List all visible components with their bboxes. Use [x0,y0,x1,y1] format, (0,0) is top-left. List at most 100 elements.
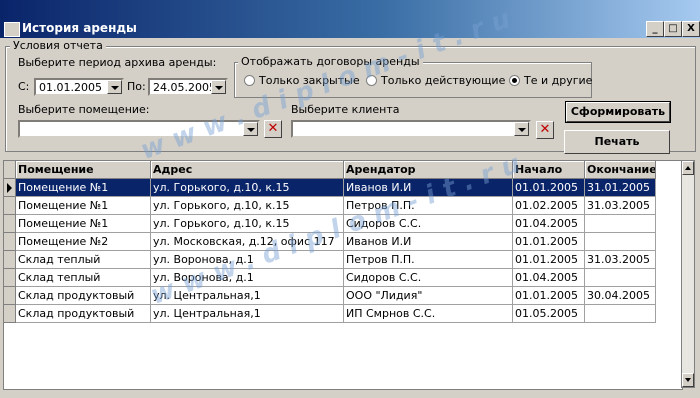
app-icon [4,22,20,37]
radio-active-label[interactable]: Только действующие [381,74,505,87]
scroll-down-icon[interactable] [682,373,694,387]
cell-start[interactable]: 01.02.2005 [513,197,585,215]
cell-premises[interactable]: Помещение №1 [16,179,151,197]
cell-end[interactable]: 31.03.2005 [585,197,656,215]
cell-tenant[interactable]: Петров П.П. [344,197,513,215]
scroll-up-icon[interactable] [682,161,694,175]
print-button[interactable]: Печать [564,130,670,154]
table-row[interactable]: Склад продуктовый ул. Центральная,1 ИП Смр… [4,305,656,323]
clear-icon: ✕ [267,121,279,136]
cell-end[interactable] [585,269,656,287]
clear-premises-button[interactable]: ✕ [264,120,282,138]
cell-address[interactable]: ул. Воронова, д.1 [151,251,344,269]
cell-address[interactable]: ул. Горького, д.10, к.15 [151,215,344,233]
table-header-row: Помещение Адрес Арендатор Начало Окончан… [4,161,656,179]
row-indicator[interactable] [4,251,16,269]
cell-start[interactable]: 01.01.2005 [513,251,585,269]
chevron-down-icon[interactable] [514,122,529,136]
cell-address[interactable]: ул. Московская, д.12, офис 117 [151,233,344,251]
client-select[interactable] [291,120,531,138]
row-indicator[interactable] [4,233,16,251]
period-label: Выберите период архива аренды: [18,56,217,69]
cell-tenant[interactable]: ИП Смрнов С.С. [344,305,513,323]
rental-history-table[interactable]: Помещение Адрес Арендатор Начало Окончан… [3,160,683,390]
radio-closed-label[interactable]: Только закрытые [259,74,360,87]
header-indicator [4,161,16,179]
column-header-address[interactable]: Адрес [151,161,344,179]
generate-button[interactable]: Сформировать [565,101,671,123]
window-title: История аренды [22,21,137,35]
table-row[interactable]: Склад продуктовый ул. Центральная,1 ООО "Л… [4,287,656,305]
table-row[interactable]: Помещение №1 ул. Горького, д.10, к.15 Иван… [4,179,656,197]
cell-tenant[interactable]: Петров П.П. [344,251,513,269]
row-indicator[interactable] [4,215,16,233]
column-header-tenant[interactable]: Арендатор [344,161,513,179]
column-header-start[interactable]: Начало [513,161,585,179]
cell-premises[interactable]: Склад продуктовый [16,305,151,323]
chevron-down-icon[interactable] [211,80,226,94]
cell-tenant[interactable]: Иванов И.И [344,179,513,197]
report-conditions-title: Условия отчета [10,39,106,52]
radio-closed-only[interactable] [244,75,255,86]
premises-label: Выберите помещение: [18,103,150,116]
cell-premises[interactable]: Помещение №1 [16,215,151,233]
cell-start[interactable]: 01.01.2005 [513,233,585,251]
cell-end[interactable]: 30.04.2005 [585,287,656,305]
cell-start[interactable]: 01.04.2005 [513,215,585,233]
column-header-end[interactable]: Окончание [585,161,656,179]
row-indicator[interactable] [4,269,16,287]
cell-start[interactable]: 01.05.2005 [513,305,585,323]
cell-start[interactable]: 01.04.2005 [513,269,585,287]
row-indicator[interactable] [4,287,16,305]
table-row[interactable]: Помещение №1 ул. Горького, д.10, к.15 Петр… [4,197,656,215]
clear-client-button[interactable]: ✕ [536,121,554,139]
rental-history-window: История аренды _ □ X Условия отчета Выбе… [0,0,700,398]
row-indicator[interactable] [4,305,16,323]
cell-premises[interactable]: Склад продуктовый [16,287,151,305]
chevron-down-icon[interactable] [243,122,258,136]
close-button[interactable]: X [682,21,700,37]
cell-end[interactable] [585,305,656,323]
row-indicator[interactable] [4,197,16,215]
premises-select[interactable] [18,120,260,138]
to-date-picker[interactable]: 24.05.2005 [148,78,228,96]
to-date-value: 24.05.2005 [153,81,216,94]
column-header-premises[interactable]: Помещение [16,161,151,179]
cell-address[interactable]: ул. Центральная,1 [151,287,344,305]
cell-address[interactable]: ул. Горького, д.10, к.15 [151,197,344,215]
cell-tenant[interactable]: ООО "Лидия" [344,287,513,305]
radio-both[interactable] [509,75,520,86]
cell-end[interactable] [585,215,656,233]
radio-both-label[interactable]: Те и другие [524,74,592,87]
cell-address[interactable]: ул. Центральная,1 [151,305,344,323]
table-row[interactable]: Помещение №2 ул. Московская, д.12, офис 1… [4,233,656,251]
cell-address[interactable]: ул. Воронова, д.1 [151,269,344,287]
maximize-button[interactable]: □ [664,21,682,37]
cell-tenant[interactable]: Сидоров С.С. [344,215,513,233]
cell-address[interactable]: ул. Горького, д.10, к.15 [151,179,344,197]
current-row-indicator[interactable] [4,179,16,197]
cell-premises[interactable]: Склад теплый [16,269,151,287]
cell-premises[interactable]: Склад теплый [16,251,151,269]
cell-start[interactable]: 01.01.2005 [513,287,585,305]
table-row[interactable]: Склад теплый ул. Воронова, д.1 Сидоров С.С… [4,269,656,287]
cell-end[interactable] [585,233,656,251]
cell-end[interactable]: 31.01.2005 [585,179,656,197]
cell-start[interactable]: 01.01.2005 [513,179,585,197]
cell-tenant[interactable]: Иванов И.И [344,233,513,251]
title-bar[interactable]: История аренды _ □ X [0,0,700,38]
contracts-filter-title: Отображать договоры аренды [238,55,423,68]
cell-premises[interactable]: Помещение №2 [16,233,151,251]
client-label: Выберите клиента [291,103,400,116]
chevron-down-icon[interactable] [107,80,122,94]
radio-active-only[interactable] [366,75,377,86]
cell-premises[interactable]: Помещение №1 [16,197,151,215]
from-date-value: 01.01.2005 [39,81,102,94]
cell-end[interactable]: 31.03.2005 [585,251,656,269]
table-row[interactable]: Помещение №1 ул. Горького, д.10, к.15 Сидо… [4,215,656,233]
table-row[interactable]: Склад теплый ул. Воронова, д.1 Петров П.П.… [4,251,656,269]
cell-tenant[interactable]: Сидоров С.С. [344,269,513,287]
table-vertical-scrollbar[interactable] [681,160,695,388]
from-date-picker[interactable]: 01.01.2005 [34,78,124,96]
minimize-button[interactable]: _ [646,21,664,37]
